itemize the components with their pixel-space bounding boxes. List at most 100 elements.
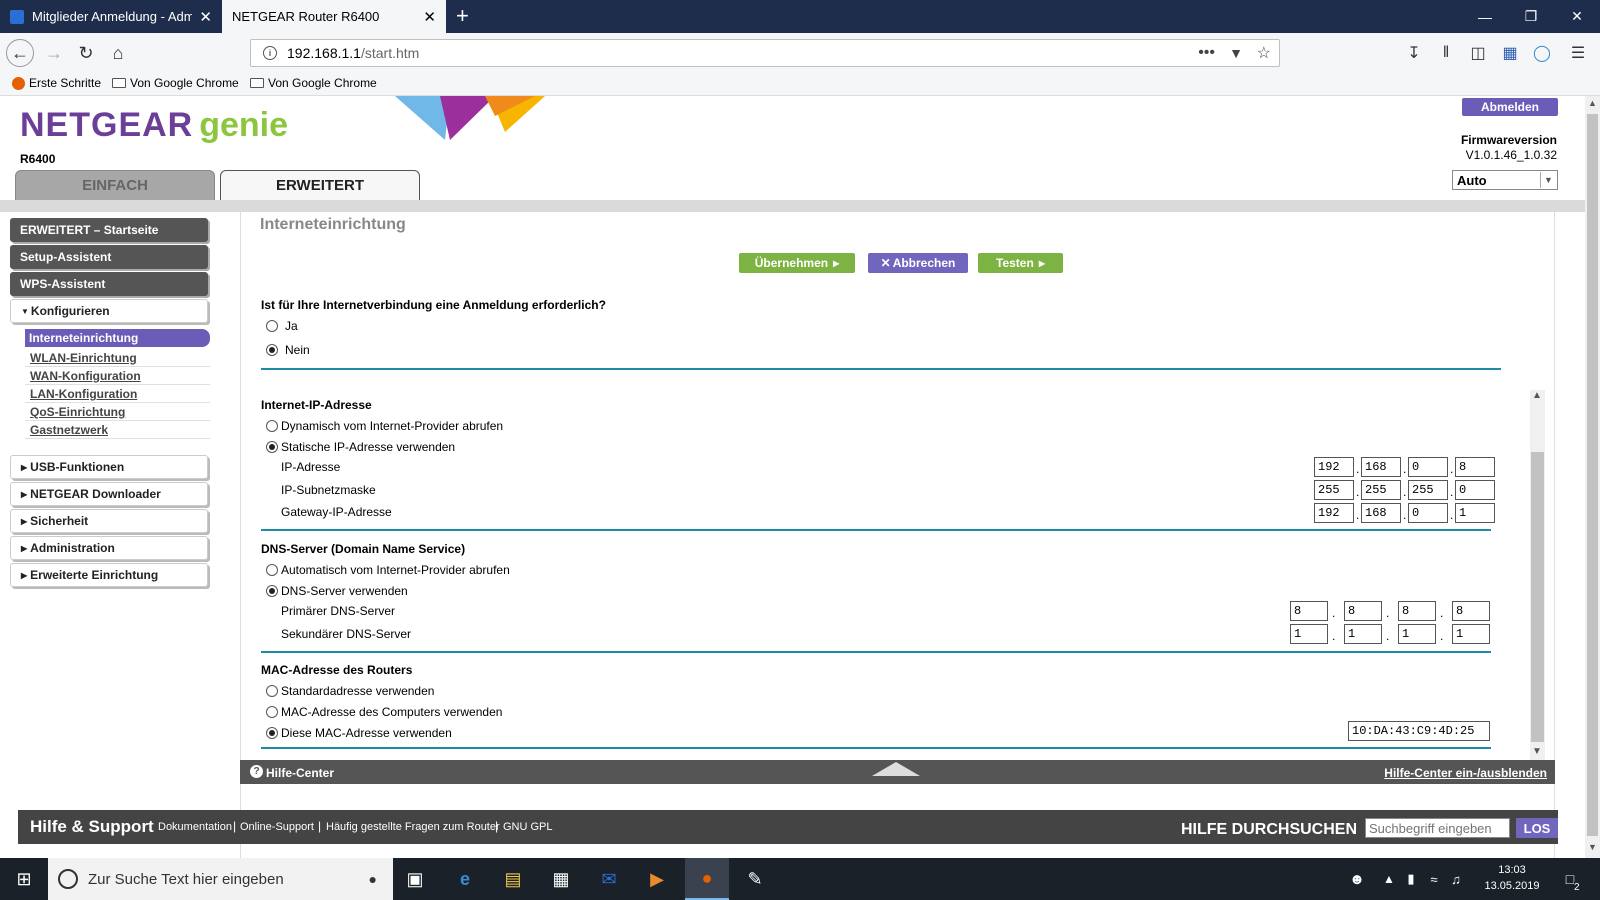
login-yes-option[interactable]: Ja	[266, 319, 298, 333]
windows-start-icon[interactable]: ⊞	[10, 865, 38, 893]
library-icon[interactable]: ‖	[1434, 41, 1458, 65]
sidebar-erweitert-home[interactable]: ERWEITERT – Startseite	[10, 218, 208, 242]
microphone-icon[interactable]: ●	[369, 871, 377, 887]
reload-icon[interactable]: ↻	[72, 39, 100, 67]
more-actions-icon[interactable]: •••	[1198, 44, 1215, 62]
back-arrow-icon[interactable]: ←	[6, 39, 34, 67]
ip-octet-1[interactable]: 192	[1314, 457, 1354, 477]
menu-icon[interactable]: ☰	[1566, 41, 1590, 65]
link-gpl[interactable]: GNU GPL	[503, 821, 553, 833]
mac-default-option[interactable]: Standardadresse verwenden	[266, 684, 434, 698]
radio-button-selected[interactable]	[266, 585, 278, 597]
language-select[interactable]: Auto ▼	[1452, 170, 1558, 190]
ip-octet-2[interactable]: 168	[1361, 457, 1401, 477]
extension-grid-icon[interactable]: ▦	[1498, 41, 1522, 65]
scroll-up-icon[interactable]: ▲	[1532, 390, 1542, 401]
dns1-octet-2[interactable]: 8	[1344, 601, 1382, 621]
volume-icon[interactable]: ♫	[1442, 865, 1470, 893]
sidebar-item-wan[interactable]: WAN-Konfiguration	[30, 369, 141, 383]
scroll-down-icon[interactable]: ▼	[1588, 842, 1597, 852]
help-search-input[interactable]	[1365, 818, 1510, 838]
link-documentation[interactable]: Dokumentation	[158, 821, 232, 833]
radio-button[interactable]	[266, 320, 278, 332]
ip-octet-3[interactable]: 0	[1408, 457, 1448, 477]
sidebar-advanced[interactable]: ▶ Erweiterte Einrichtung	[10, 563, 208, 587]
sidebar-configure[interactable]: ▼ Konfigurieren	[10, 299, 208, 323]
sidebar-wps-assistant[interactable]: WPS-Assistent	[10, 272, 208, 296]
browser-tab-admin[interactable]: Mitglieder Anmeldung - Admin ✕	[0, 0, 222, 33]
minimize-button[interactable]: —	[1462, 0, 1508, 33]
info-icon[interactable]: i	[263, 46, 277, 60]
ip-static-option[interactable]: Statische IP-Adresse verwenden	[266, 440, 455, 454]
link-faq[interactable]: Häufig gestellte Fragen zum Router	[326, 821, 500, 833]
page-scrollbar[interactable]: ▲ ▼	[1585, 96, 1600, 858]
subnet-octet-2[interactable]: 255	[1361, 480, 1401, 500]
login-no-option[interactable]: Nein	[266, 343, 310, 357]
bookmark-star-icon[interactable]: ☆	[1257, 43, 1271, 63]
gateway-octet-3[interactable]: 0	[1408, 503, 1448, 523]
subnet-octet-3[interactable]: 255	[1408, 480, 1448, 500]
subnet-octet-4[interactable]: 0	[1455, 480, 1495, 500]
scroll-up-icon[interactable]: ▲	[1588, 98, 1597, 108]
dns1-octet-1[interactable]: 8	[1290, 601, 1328, 621]
radio-button[interactable]	[266, 706, 278, 718]
expand-up-icon[interactable]	[872, 762, 920, 776]
help-search-button[interactable]: LOS	[1516, 818, 1558, 838]
logout-button[interactable]: Abmelden	[1462, 98, 1558, 116]
radio-button-selected[interactable]	[266, 344, 278, 356]
radio-button-selected[interactable]	[266, 441, 278, 453]
radio-button[interactable]	[266, 564, 278, 576]
paint-icon[interactable]: ✎	[741, 865, 769, 893]
task-view-icon[interactable]: ▣	[401, 865, 429, 893]
sidebar-setup-assistant[interactable]: Setup-Assistent	[10, 245, 208, 269]
gateway-octet-1[interactable]: 192	[1314, 503, 1354, 523]
media-player-icon[interactable]: ▶	[643, 865, 671, 893]
home-icon[interactable]: ⌂	[104, 39, 132, 67]
file-explorer-icon[interactable]: ▤	[499, 865, 527, 893]
firefox-taskbar-icon[interactable]: ●	[685, 858, 729, 900]
sidebar-item-lan[interactable]: LAN-Konfiguration	[30, 387, 137, 401]
tab-close-icon[interactable]: ✕	[423, 8, 436, 26]
close-window-button[interactable]: ✕	[1554, 0, 1600, 33]
mac-address-input[interactable]: 10:DA:43:C9:4D:25	[1348, 721, 1490, 741]
new-tab-button[interactable]: +	[456, 4, 469, 28]
scroll-thumb[interactable]	[1531, 452, 1544, 742]
sidebar-administration[interactable]: ▶ Administration	[10, 536, 208, 560]
dns-use-option[interactable]: DNS-Server verwenden	[266, 584, 408, 598]
taskbar-clock[interactable]: 13:03 13.05.2019	[1482, 862, 1542, 894]
dns2-octet-1[interactable]: 1	[1290, 624, 1328, 644]
browser-tab-netgear[interactable]: NETGEAR Router R6400 ✕	[222, 0, 446, 33]
scroll-thumb[interactable]	[1587, 114, 1598, 836]
bookmark-folder-2[interactable]: Von Google Chrome	[250, 76, 377, 90]
dns-auto-option[interactable]: Automatisch vom Internet-Provider abrufe…	[266, 563, 510, 577]
tab-close-icon[interactable]: ✕	[199, 8, 212, 26]
sidebar-icon[interactable]: ◫	[1466, 41, 1490, 65]
sidebar-item-interneteinrichtung[interactable]: Interneteinrichtung	[25, 329, 210, 347]
mac-custom-option[interactable]: Diese MAC-Adresse verwenden	[266, 726, 452, 740]
cancel-button[interactable]: ✕ Abbrechen	[868, 253, 968, 273]
radio-button[interactable]	[266, 685, 278, 697]
link-online-support[interactable]: Online-Support	[240, 821, 314, 833]
edge-icon[interactable]: e	[451, 865, 479, 893]
tab-erweitert[interactable]: ERWEITERT	[220, 170, 420, 200]
dns2-octet-3[interactable]: 1	[1398, 624, 1436, 644]
subnet-octet-1[interactable]: 255	[1314, 480, 1354, 500]
bookmark-folder-1[interactable]: Von Google Chrome	[112, 76, 239, 90]
sidebar-security[interactable]: ▶ Sicherheit	[10, 509, 208, 533]
download-icon[interactable]: ↧	[1402, 41, 1426, 65]
help-toggle-link[interactable]: Hilfe-Center ein-/ausblenden	[1384, 766, 1547, 780]
taskbar-search-box[interactable]: Zur Suche Text hier eingeben ●	[48, 858, 393, 900]
dns2-octet-4[interactable]: 1	[1452, 624, 1490, 644]
sidebar-usb[interactable]: ▶ USB-Funktionen	[10, 455, 208, 479]
sidebar-item-qos[interactable]: QoS-Einrichtung	[30, 405, 125, 419]
ip-octet-4[interactable]: 8	[1455, 457, 1495, 477]
mac-computer-option[interactable]: MAC-Adresse des Computers verwenden	[266, 705, 502, 719]
test-button[interactable]: Testen ▶	[978, 253, 1063, 273]
dns1-octet-4[interactable]: 8	[1452, 601, 1490, 621]
tab-einfach[interactable]: EINFACH	[15, 170, 215, 200]
maximize-button[interactable]: ❐	[1508, 0, 1554, 33]
help-center-label[interactable]: Hilfe-Center	[266, 766, 334, 780]
ip-dynamic-option[interactable]: Dynamisch vom Internet-Provider abrufen	[266, 419, 503, 433]
gateway-octet-4[interactable]: 1	[1455, 503, 1495, 523]
forward-arrow-icon[interactable]: →	[40, 39, 68, 67]
